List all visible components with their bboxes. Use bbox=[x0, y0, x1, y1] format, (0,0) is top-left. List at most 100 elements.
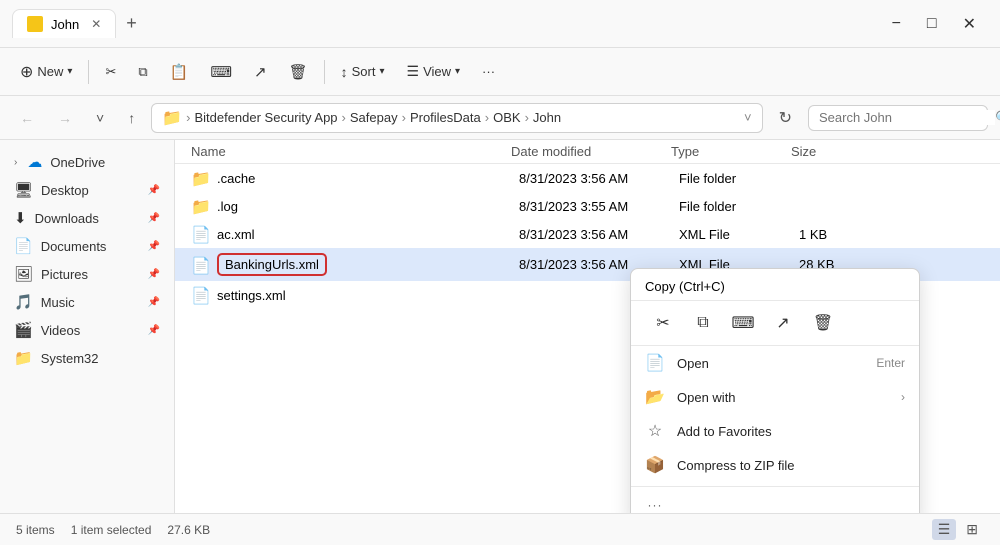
sidebar-item-documents[interactable]: 📄 Documents 📌 bbox=[4, 232, 170, 260]
date-cache: 8/31/2023 3:56 AM bbox=[519, 171, 679, 186]
forward-btn[interactable]: → bbox=[50, 106, 80, 130]
file-row-acxml[interactable]: 📄 ac.xml 8/31/2023 3:56 AM XML File 1 KB bbox=[175, 220, 1000, 248]
ctx-icon-row: ✂ ⧉ ⌨ ↗ 🗑 bbox=[631, 301, 919, 346]
sidebar-item-onedrive[interactable]: › ☁ OneDrive bbox=[4, 148, 170, 176]
active-tab[interactable]: John ✕ bbox=[12, 9, 116, 38]
address-path[interactable]: 📁 › Bitdefender Security App › Safepay ›… bbox=[151, 103, 762, 133]
context-menu: Copy (Ctrl+C) ✂ ⧉ ⌨ ↗ 🗑 📄 Open Enter 📂 O… bbox=[630, 268, 920, 513]
path-sep-1: › bbox=[342, 110, 346, 125]
sidebar-item-videos[interactable]: 🎬 Videos 📌 bbox=[4, 316, 170, 344]
music-pin-icon: 📌 bbox=[148, 297, 160, 308]
ctx-rename-btn[interactable]: ⌨ bbox=[725, 307, 761, 339]
paste-button[interactable]: 📋 bbox=[160, 58, 199, 86]
folder-icon-cache: 📁 bbox=[191, 169, 209, 187]
pictures-icon: 🖼 bbox=[14, 265, 33, 283]
ctx-open[interactable]: 📄 Open Enter bbox=[631, 346, 919, 380]
ctx-open-shortcut: Enter bbox=[876, 356, 905, 370]
maximize-btn[interactable]: □ bbox=[915, 11, 949, 37]
sidebar-item-music[interactable]: 🎵 Music 📌 bbox=[4, 288, 170, 316]
xml-icon-acxml: 📄 bbox=[191, 225, 209, 243]
type-acxml: XML File bbox=[679, 227, 799, 242]
grid-view-btn[interactable]: ⊞ bbox=[960, 519, 984, 540]
share-icon: ↗ bbox=[254, 63, 267, 81]
recent-btn[interactable]: ˅ bbox=[88, 106, 112, 130]
delete-icon: 🗑 bbox=[289, 63, 308, 81]
rename-button[interactable]: ⌨ bbox=[200, 58, 242, 86]
ctx-compress[interactable]: 📦 Compress to ZIP file bbox=[631, 448, 919, 482]
ctx-compress-icon: 📦 bbox=[645, 455, 665, 475]
new-button[interactable]: ⊕ New ▾ bbox=[10, 57, 82, 87]
refresh-btn[interactable]: ↻ bbox=[771, 104, 800, 132]
sidebar-item-desktop[interactable]: 🖥 Desktop 📌 bbox=[4, 176, 170, 204]
minimize-btn[interactable]: − bbox=[880, 11, 913, 37]
ctx-share-btn[interactable]: ↗ bbox=[765, 307, 801, 339]
ctx-more-icon: ··· bbox=[645, 498, 665, 512]
list-view-btn[interactable]: ☰ bbox=[932, 519, 957, 540]
view-toggle: ☰ ⊞ bbox=[932, 519, 984, 540]
file-list-header: Name Date modified Type Size bbox=[175, 140, 1000, 164]
back-btn[interactable]: ← bbox=[12, 106, 42, 130]
path-dropdown-icon[interactable]: ˅ bbox=[744, 110, 752, 125]
delete-button[interactable]: 🗑 bbox=[279, 58, 318, 86]
ctx-copy-btn[interactable]: ⧉ bbox=[685, 307, 721, 339]
copy-button[interactable]: ⧉ bbox=[128, 59, 157, 85]
tab-close-btn[interactable]: ✕ bbox=[91, 17, 101, 31]
filename-log: .log bbox=[217, 199, 519, 214]
view-arrow-icon: ▾ bbox=[455, 66, 460, 77]
ctx-more[interactable]: ··· bbox=[631, 491, 919, 513]
file-row-log[interactable]: 📁 .log 8/31/2023 3:55 AM File folder bbox=[175, 192, 1000, 220]
filename-settings: settings.xml bbox=[217, 288, 519, 303]
ctx-cut-btn[interactable]: ✂ bbox=[645, 307, 681, 339]
toolbar-sep-2 bbox=[324, 60, 325, 84]
music-label: Music bbox=[41, 295, 75, 310]
ctx-open-with-arrow: › bbox=[901, 390, 905, 404]
sidebar: › ☁ OneDrive 🖥 Desktop 📌 ⬇ Downloads 📌 📄… bbox=[0, 140, 175, 513]
downloads-label: Downloads bbox=[35, 211, 99, 226]
ctx-open-with[interactable]: 📂 Open with › bbox=[631, 380, 919, 414]
up-btn[interactable]: ↑ bbox=[120, 106, 143, 130]
col-date: Date modified bbox=[511, 144, 671, 159]
path-part-4: John bbox=[533, 110, 561, 125]
close-btn[interactable]: ✕ bbox=[951, 10, 988, 38]
share-button[interactable]: ↗ bbox=[244, 58, 277, 86]
more-button[interactable]: ··· bbox=[472, 59, 505, 84]
search-input[interactable] bbox=[819, 110, 995, 125]
tab-title: John bbox=[51, 17, 79, 32]
ctx-favorites[interactable]: ☆ Add to Favorites bbox=[631, 414, 919, 448]
new-arrow-icon: ▾ bbox=[67, 66, 72, 77]
videos-label: Videos bbox=[41, 323, 81, 338]
videos-icon: 🎬 bbox=[14, 321, 33, 339]
sidebar-item-downloads[interactable]: ⬇ Downloads 📌 bbox=[4, 204, 170, 232]
main-area: › ☁ OneDrive 🖥 Desktop 📌 ⬇ Downloads 📌 📄… bbox=[0, 140, 1000, 513]
file-row-cache[interactable]: 📁 .cache 8/31/2023 3:56 AM File folder bbox=[175, 164, 1000, 192]
sidebar-item-pictures[interactable]: 🖼 Pictures 📌 bbox=[4, 260, 170, 288]
ctx-favorites-label: Add to Favorites bbox=[677, 424, 905, 439]
col-size: Size bbox=[791, 144, 871, 159]
ctx-compress-label: Compress to ZIP file bbox=[677, 458, 905, 473]
desktop-label: Desktop bbox=[41, 183, 89, 198]
view-button[interactable]: ☰ View ▾ bbox=[397, 58, 471, 85]
sidebar-item-system32[interactable]: 📁 System32 bbox=[4, 344, 170, 372]
folder-address-icon: 📁 bbox=[162, 108, 182, 128]
onedrive-icon: ☁ bbox=[27, 153, 42, 171]
desktop-icon: 🖥 bbox=[14, 181, 33, 199]
ctx-open-with-label: Open with bbox=[677, 390, 889, 405]
new-tab-btn[interactable]: + bbox=[116, 7, 147, 40]
file-list: Name Date modified Type Size 📁 .cache 8/… bbox=[175, 140, 1000, 513]
pictures-pin-icon: 📌 bbox=[148, 269, 160, 280]
status-count: 5 items bbox=[16, 523, 55, 537]
ctx-copy-header: Copy (Ctrl+C) bbox=[631, 275, 919, 301]
path-sep-0: › bbox=[186, 110, 190, 125]
cut-button[interactable]: ✂ bbox=[95, 59, 126, 85]
filename-cache: .cache bbox=[217, 171, 519, 186]
pictures-label: Pictures bbox=[41, 267, 88, 282]
status-selected: 1 item selected bbox=[71, 523, 152, 537]
desktop-pin-icon: 📌 bbox=[148, 185, 160, 196]
sort-button[interactable]: ↕ Sort ▾ bbox=[331, 59, 395, 85]
onedrive-chevron-icon: › bbox=[14, 157, 17, 168]
address-bar: ← → ˅ ↑ 📁 › Bitdefender Security App › S… bbox=[0, 96, 1000, 140]
ctx-delete-btn[interactable]: 🗑 bbox=[805, 307, 841, 339]
paste-icon: 📋 bbox=[170, 63, 189, 81]
sort-label: Sort bbox=[352, 64, 376, 79]
path-sep-2: › bbox=[402, 110, 406, 125]
